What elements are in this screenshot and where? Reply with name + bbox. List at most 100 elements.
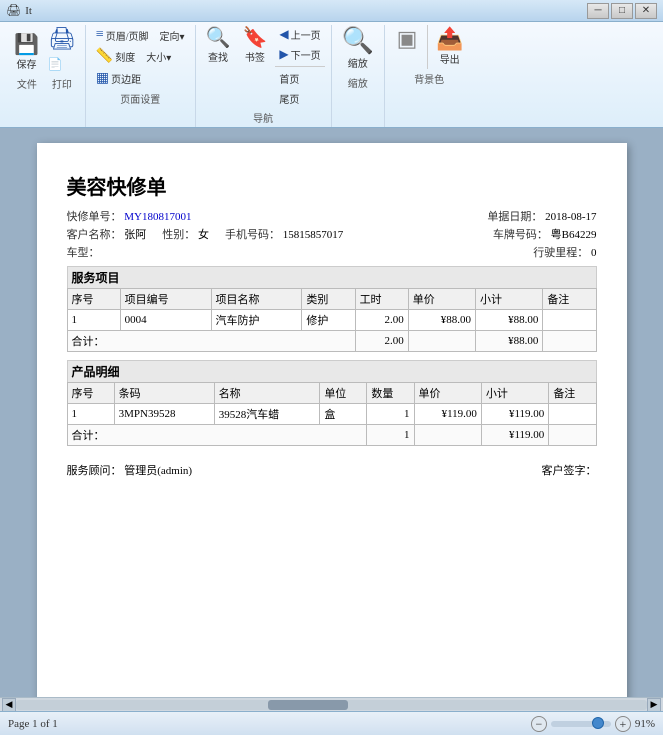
- h-scrollbar[interactable]: ◀ ▶: [0, 697, 663, 711]
- car-type-label: 车型：: [67, 247, 100, 259]
- doc-scroll[interactable]: 美容快修单 快修单号： MY180817001 单据日期： 2018-08-17…: [0, 128, 663, 697]
- maximize-button[interactable]: □: [611, 3, 633, 19]
- service-section-title: 服务项目: [67, 266, 597, 288]
- service-subtotal-row: 合计： 2.00 ¥88.00: [67, 331, 596, 352]
- size-button[interactable]: 大小▾: [142, 47, 175, 66]
- prod-col-qty: 数量: [367, 383, 414, 404]
- service-name-1: 汽车防护: [211, 310, 302, 331]
- service-col-seq: 序号: [67, 289, 120, 310]
- nav-group-label: 导航: [202, 110, 325, 125]
- zoom-thumb[interactable]: [592, 717, 604, 729]
- order-no-label: 快修单号：: [67, 211, 122, 223]
- header-footer-button[interactable]: ≡ 页眉/页脚: [92, 25, 153, 45]
- print-icon: 🖨: [48, 28, 76, 50]
- ribbon-group-pagesetup: ≡ 页眉/页脚 定向▾ 📏 刻度 大小▾: [86, 25, 196, 127]
- scale-icon: 📏: [96, 48, 113, 65]
- prod-col-notes: 备注: [549, 383, 596, 404]
- plate-label: 车牌号码：: [493, 229, 548, 241]
- service-col-code: 项目编号: [120, 289, 211, 310]
- print-doc-icon: 📄: [48, 57, 63, 72]
- service-col-hours: 工时: [355, 289, 408, 310]
- product-section-title: 产品明细: [67, 360, 597, 382]
- save-icon: 💾: [14, 35, 39, 55]
- find-button[interactable]: 🔍 查找: [202, 25, 235, 108]
- bg-group-label: 背景色: [391, 71, 467, 86]
- prod-col-barcode: 条码: [114, 383, 214, 404]
- date-value: 2018-08-17: [545, 211, 596, 223]
- next-page-button[interactable]: ▶ 下一页: [275, 45, 324, 64]
- product-table: 序号 条码 名称 单位 数量 单价 小计 备注 1 3MPN39528 3952: [67, 382, 597, 446]
- title-bar: 🖨 It ─ □ ✕: [0, 0, 663, 22]
- export-button[interactable]: 📤 导出: [432, 25, 467, 69]
- zoom-out-button[interactable]: −: [531, 716, 547, 732]
- zoom-controls: − + 91%: [531, 716, 655, 732]
- product-subtotal-label: 合计：: [67, 425, 367, 446]
- mileage-value: 0: [591, 247, 597, 259]
- bg-button[interactable]: ▣: [391, 25, 423, 69]
- advisor-value: 管理员(admin): [124, 465, 192, 477]
- service-code-1: 0004: [120, 310, 211, 331]
- ribbon: 💾 保存 🖨 📄 文件 打印: [0, 22, 663, 128]
- scale-label: 刻度: [115, 49, 135, 64]
- phone-value: 15815857017: [283, 229, 344, 241]
- prod-barcode-1: 3MPN39528: [114, 404, 214, 425]
- print-small-button[interactable]: 📄: [45, 55, 79, 74]
- save-label: 保存: [16, 56, 36, 71]
- prod-unit-1: 盒: [320, 404, 367, 425]
- close-button[interactable]: ✕: [635, 3, 657, 19]
- scroll-left-button[interactable]: ◀: [2, 698, 16, 712]
- product-subtotal-amount: ¥119.00: [481, 425, 548, 446]
- window-controls: ─ □ ✕: [587, 3, 657, 19]
- gender-value: 女: [198, 229, 209, 241]
- plate-value: 粤B64229: [551, 229, 597, 241]
- ribbon-group-file: 💾 保存 🖨 📄 文件 打印: [4, 25, 86, 127]
- margin-label: 页边距: [111, 71, 141, 86]
- service-row-1: 1 0004 汽车防护 修护 2.00 ¥88.00 ¥88.00: [67, 310, 596, 331]
- prev-icon: ◀: [279, 27, 288, 42]
- prev-page-button[interactable]: ◀ 上一页: [275, 25, 324, 44]
- bookmark-button[interactable]: 🔖 书签: [238, 25, 271, 108]
- minimize-button[interactable]: ─: [587, 3, 609, 19]
- prod-col-seq: 序号: [67, 383, 114, 404]
- service-subtotal-amount: ¥88.00: [476, 331, 543, 352]
- orientation-button[interactable]: 定向▾: [156, 26, 189, 45]
- zoom-slider[interactable]: [551, 721, 611, 727]
- save-button[interactable]: 💾 保存: [10, 32, 43, 74]
- h-scroll-thumb[interactable]: [268, 700, 348, 710]
- prod-col-subtotal: 小计: [481, 383, 548, 404]
- order-no-value: MY180817001: [124, 211, 191, 223]
- service-col-type: 类别: [302, 289, 355, 310]
- product-subtotal-row: 合计： 1 ¥119.00: [67, 425, 596, 446]
- find-icon: 🔍: [206, 28, 231, 48]
- zoom-in-button[interactable]: +: [615, 716, 631, 732]
- service-price-1: ¥88.00: [408, 310, 475, 331]
- margin-button[interactable]: ▦ 页边距: [92, 68, 145, 89]
- signature-section: 服务顾问： 管理员(admin) 客户签字：: [67, 462, 597, 478]
- customer-value: 张阿: [124, 229, 146, 241]
- first-page-button[interactable]: 首页: [275, 69, 324, 88]
- window-title: It: [25, 5, 32, 17]
- product-row-1: 1 3MPN39528 39528汽车蜡 盒 1 ¥119.00 ¥119.00: [67, 404, 596, 425]
- scale-button[interactable]: 📏 刻度: [92, 46, 139, 67]
- product-subtotal-qty: 1: [367, 425, 414, 446]
- phone-label: 手机号码：: [225, 229, 280, 241]
- scroll-right-button[interactable]: ▶: [647, 698, 661, 712]
- h-scroll-track[interactable]: [16, 700, 647, 710]
- print-page: 美容快修单 快修单号： MY180817001 单据日期： 2018-08-17…: [37, 143, 627, 697]
- service-col-subtotal: 小计: [476, 289, 543, 310]
- prod-col-name: 名称: [214, 383, 320, 404]
- service-subtotal-1: ¥88.00: [476, 310, 543, 331]
- zoom-button[interactable]: 🔍 缩放: [338, 25, 378, 73]
- advisor-label: 服务顾问：: [67, 465, 122, 477]
- last-page-button[interactable]: 尾页: [275, 89, 324, 108]
- header-icon: ≡: [96, 27, 104, 43]
- prod-price-1: ¥119.00: [414, 404, 481, 425]
- ribbon-group-nav: 🔍 查找 🔖 书签 ◀ 上一页 ▶ 下一页: [196, 25, 332, 127]
- header-label: 页眉/页脚: [106, 28, 149, 43]
- page-info: Page 1 of 1: [8, 718, 58, 730]
- prod-qty-1: 1: [367, 404, 414, 425]
- zoom-icon: 🔍: [342, 28, 374, 54]
- print-big-button[interactable]: 🖨: [45, 25, 79, 53]
- service-seq-1: 1: [67, 310, 120, 331]
- status-bar: Page 1 of 1 − + 91%: [0, 711, 663, 735]
